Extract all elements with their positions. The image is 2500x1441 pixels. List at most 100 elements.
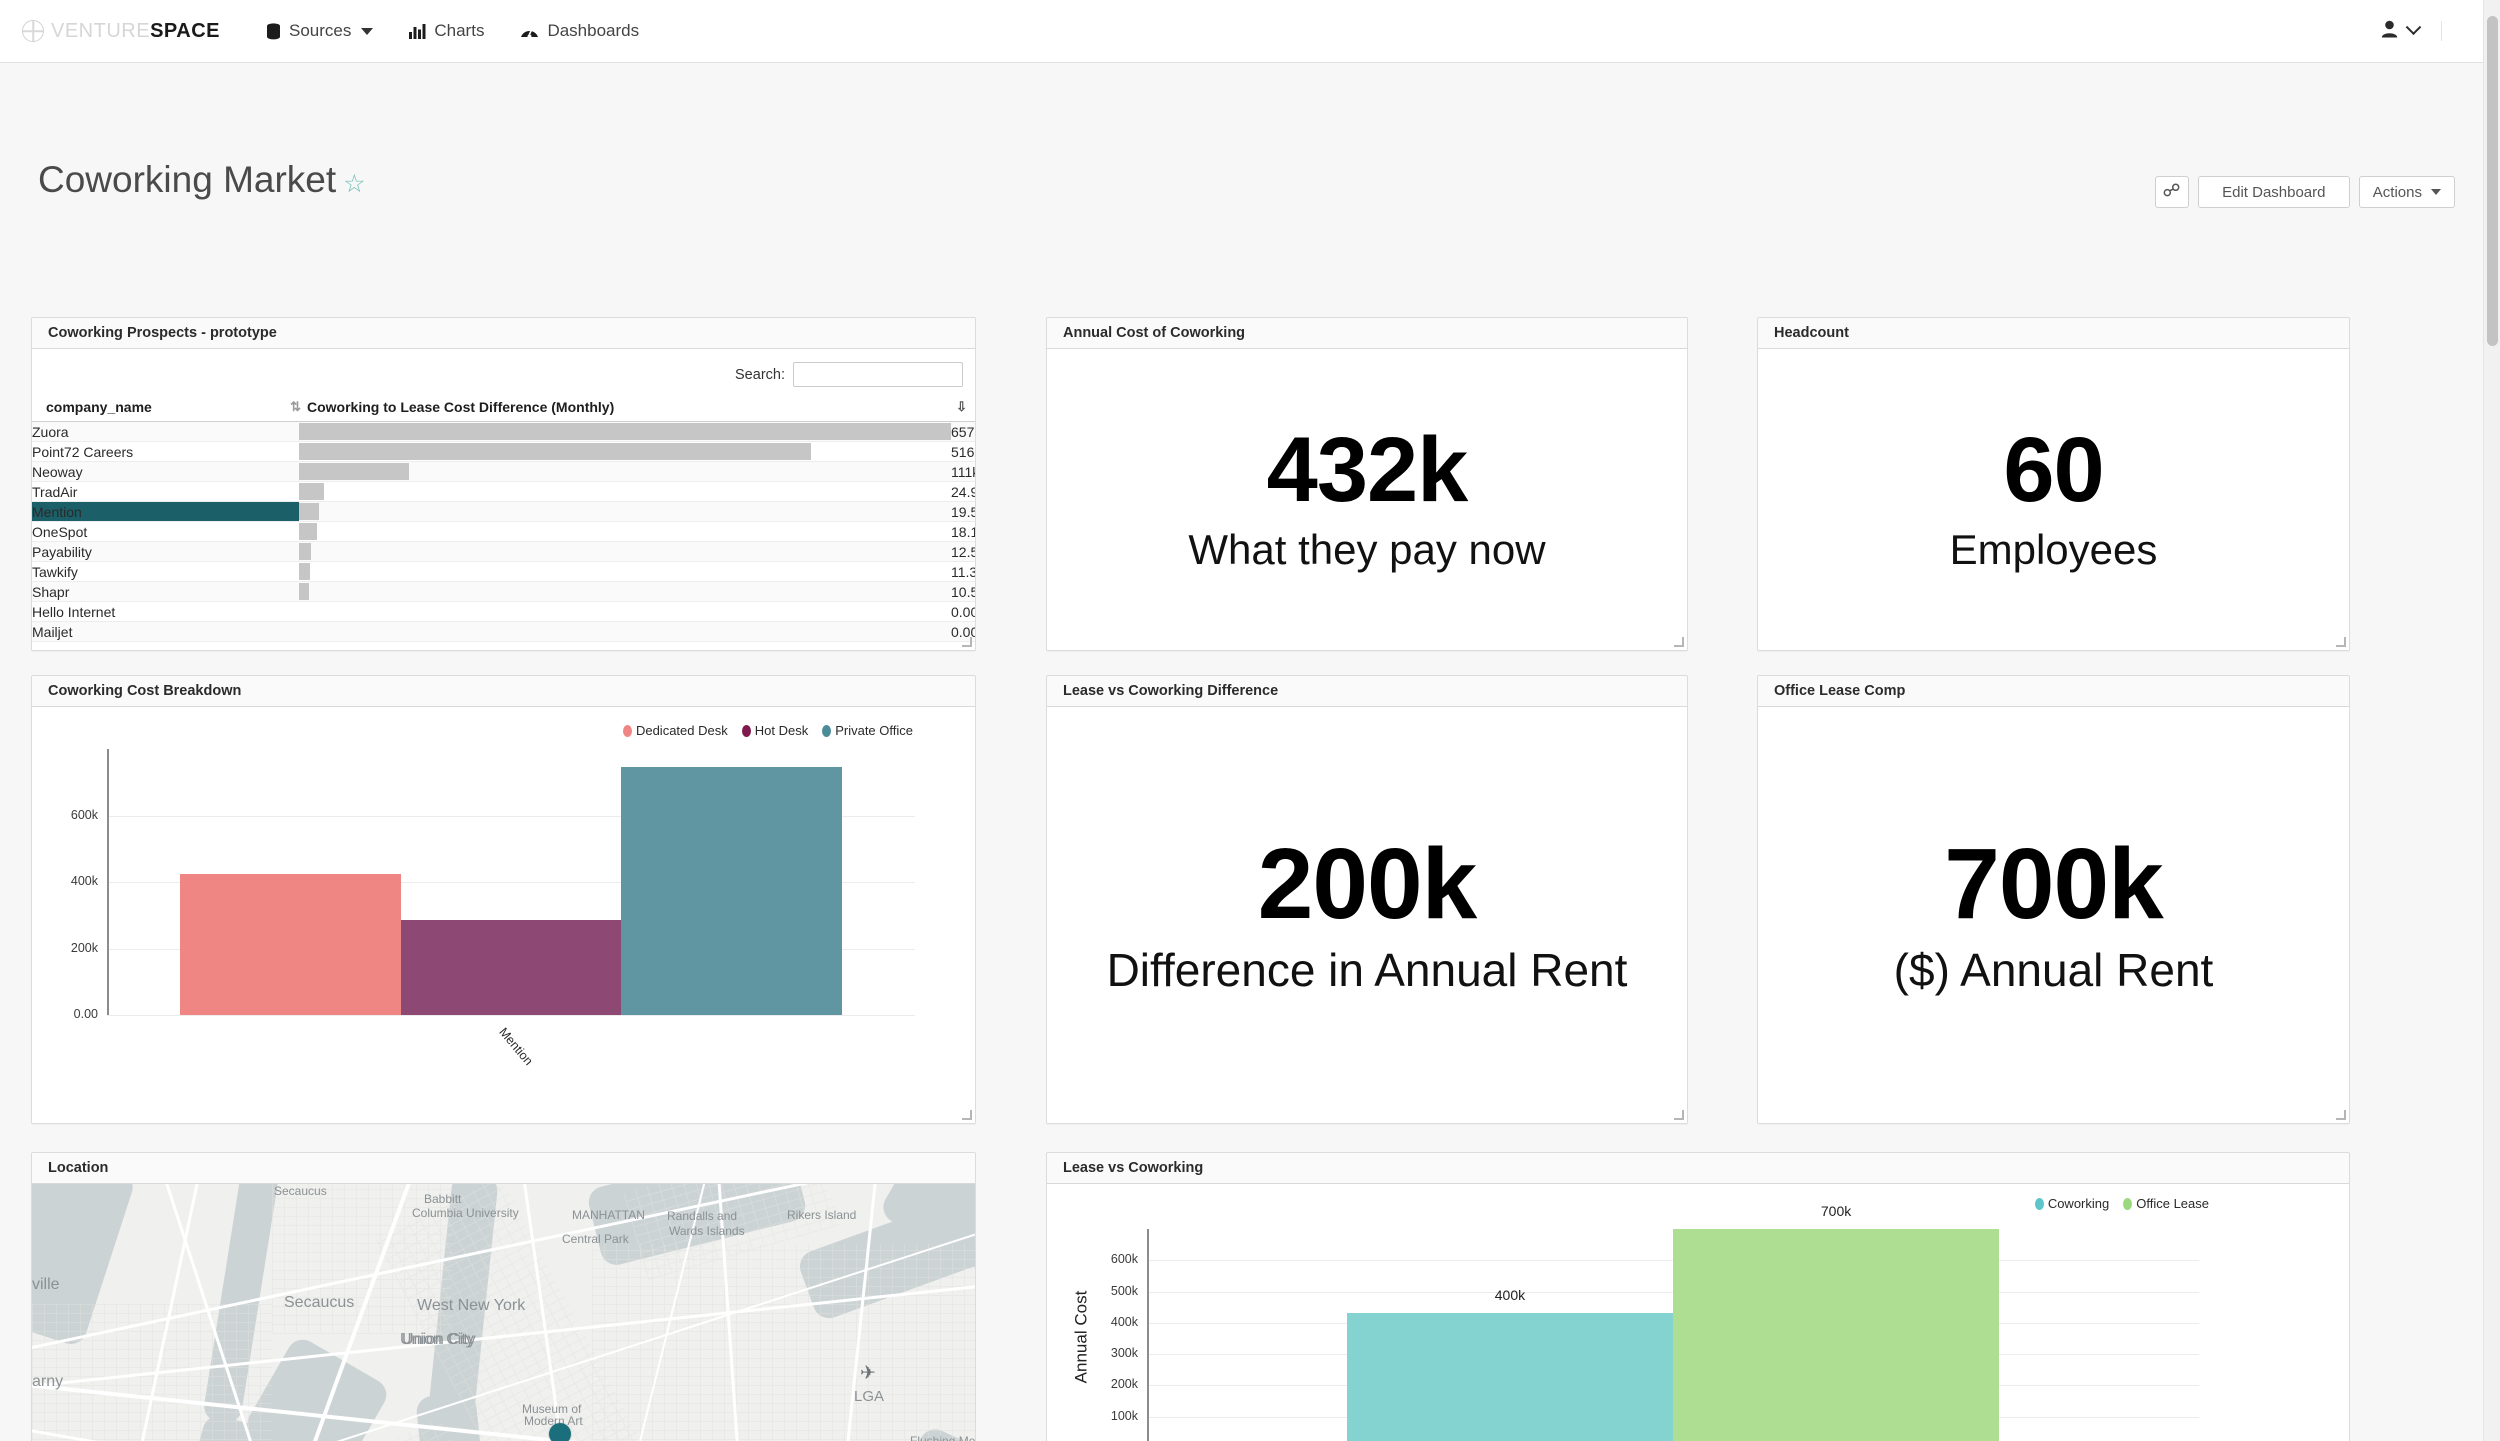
big-number-block: 200k Difference in Annual Rent: [1047, 707, 1687, 1123]
value-bar: [299, 463, 410, 480]
big-number-value: 432k: [1266, 419, 1469, 522]
bar-hot-desk[interactable]: [400, 920, 622, 1015]
cell-company-name[interactable]: Neoway: [32, 461, 299, 482]
table-row[interactable]: TradAir 24.9k: [32, 481, 975, 502]
legend-color-dot: [622, 724, 632, 737]
cost-breakdown-chart: 0.00 200k 400k 600k Dedicated Desk Hot Desk Pr…: [32, 707, 975, 1123]
nav-item-charts[interactable]: Charts: [409, 21, 484, 41]
star-outline-icon[interactable]: ☆: [343, 170, 365, 198]
card-body: Search: company_name ⇅ Coworking to Leas…: [32, 349, 975, 650]
cell-company-name[interactable]: Mention: [32, 501, 299, 522]
legend-label: Dedicated Desk: [635, 723, 728, 738]
table-row[interactable]: Payability 12.5k: [32, 541, 975, 562]
bar-private-office[interactable]: [621, 767, 843, 1015]
map-place-label: Babbitt: [424, 1192, 462, 1206]
card-header: Headcount: [1758, 318, 2349, 349]
table-row[interactable]: Zuora 657k: [32, 421, 975, 442]
table-head: company_name ⇅ Coworking to Lease Cost D…: [32, 395, 975, 422]
legend-item[interactable]: Private Office: [822, 723, 913, 738]
prospects-table: company_name ⇅ Coworking to Lease Cost D…: [32, 395, 975, 642]
cell-company-name[interactable]: TradAir: [32, 481, 299, 502]
value-bar: [299, 543, 312, 560]
legend-item[interactable]: Dedicated Desk: [622, 723, 728, 738]
cell-cost-difference-bar: [299, 501, 951, 522]
search-input[interactable]: [793, 362, 963, 387]
resize-handle[interactable]: [962, 1110, 973, 1121]
nav-item-sources-label: Sources: [289, 21, 352, 40]
table-row[interactable]: Hello Internet 0.00: [32, 601, 975, 622]
scrollbar-thumb[interactable]: [2487, 16, 2498, 346]
chevron-down-icon: [361, 27, 374, 35]
card-header: Office Lease Comp: [1758, 676, 2349, 707]
card-body: 60 Employees: [1758, 349, 2349, 650]
legend-color-dot: [741, 724, 751, 737]
cell-cost-difference-bar: [299, 581, 951, 602]
map-place-label: arny: [32, 1373, 64, 1390]
table-row[interactable]: Mention 19.5k: [32, 501, 975, 522]
legend-item[interactable]: Hot Desk: [741, 723, 808, 738]
card-title: Coworking Cost Breakdown: [48, 683, 242, 699]
cell-company-name[interactable]: Zuora: [32, 421, 299, 442]
card-title: Lease vs Coworking Difference: [1063, 683, 1279, 699]
card-coworking-cost-breakdown: Coworking Cost Breakdown 0.00 200k 400k 600…: [31, 675, 976, 1124]
table-search-row: Search:: [32, 349, 975, 395]
map-view[interactable]: Columbia University Babbitt Secaucus West N…: [32, 1184, 975, 1441]
map-marker[interactable]: [549, 1423, 571, 1441]
app-logo[interactable]: VENTURE SPACE: [22, 20, 220, 43]
card-lease-vs-coworking: Lease vs Coworking 0100k200k300k400k500k…: [1046, 1152, 2350, 1441]
nav-item-sources[interactable]: Sources: [266, 21, 374, 41]
chart-legend: Dedicated Desk Hot Desk Private Office: [622, 723, 913, 738]
resize-handle[interactable]: [1674, 1110, 1685, 1121]
cell-cost-difference-bar: [299, 561, 951, 582]
link-button[interactable]: [2154, 176, 2189, 208]
y-axis-tick-label: 400k: [1110, 1314, 1138, 1329]
table-row[interactable]: OneSpot 18.1k: [32, 521, 975, 542]
sort-toggle-company-name[interactable]: ⇅: [277, 395, 301, 422]
bar-office-lease[interactable]: [1673, 1229, 2000, 1441]
cell-company-name[interactable]: Payability: [32, 541, 299, 562]
edit-dashboard-button[interactable]: Edit Dashboard: [2197, 176, 2350, 208]
table-row[interactable]: Point72 Careers 516k: [32, 441, 975, 462]
user-icon[interactable]: [2381, 20, 2398, 43]
card-body: 0.00 200k 400k 600k Dedicated Desk Hot Desk Pr…: [32, 707, 975, 1123]
card-coworking-prospects: Coworking Prospects - prototype Search: …: [31, 317, 976, 651]
map-place-label: LGA: [854, 1388, 885, 1405]
cell-company-name[interactable]: Shapr: [32, 581, 299, 602]
cell-company-name[interactable]: Hello Internet: [32, 601, 299, 622]
cell-company-name[interactable]: OneSpot: [32, 521, 299, 542]
column-header-cost-difference[interactable]: Coworking to Lease Cost Difference (Mont…: [299, 395, 951, 422]
table-row[interactable]: Neoway 111k: [32, 461, 975, 482]
cell-company-name[interactable]: Point72 Careers: [32, 441, 299, 462]
cell-company-name[interactable]: Tawkify: [32, 561, 299, 582]
chevron-down-icon[interactable]: [2405, 18, 2422, 35]
actions-dropdown-button[interactable]: Actions: [2358, 176, 2455, 208]
y-axis-line: [1147, 1229, 1149, 1441]
bar-dedicated-desk[interactable]: [179, 873, 401, 1015]
cell-company-name[interactable]: Mailjet: [32, 621, 299, 642]
legend-item[interactable]: Coworking: [2034, 1196, 2109, 1211]
map-place-label: Randalls and: [667, 1209, 738, 1223]
y-axis-tick-label: 200k: [70, 940, 98, 955]
page-scrollbar[interactable]: [2483, 0, 2500, 1441]
resize-handle[interactable]: [1674, 637, 1685, 648]
cell-cost-difference-value: 516k: [951, 441, 975, 462]
chevron-down-icon: [2431, 189, 2441, 195]
table-row[interactable]: Tawkify 11.3k: [32, 561, 975, 582]
map-place-label: Central Park: [562, 1232, 629, 1246]
bar-coworking[interactable]: [1346, 1312, 1673, 1441]
table-row[interactable]: Shapr 10.5k: [32, 581, 975, 602]
cell-cost-difference-bar: [299, 441, 951, 462]
resize-handle[interactable]: [2336, 637, 2347, 648]
resize-handle[interactable]: [2336, 1110, 2347, 1121]
nav-item-dashboards[interactable]: Dashboards: [520, 21, 639, 41]
table-row[interactable]: Mailjet 0.00: [32, 621, 975, 642]
column-header-company-name[interactable]: company_name: [32, 395, 277, 422]
resize-handle[interactable]: [962, 637, 973, 648]
cell-cost-difference-bar: [299, 521, 951, 542]
sort-toggle-cost-difference[interactable]: ⇩: [951, 395, 975, 422]
legend-item[interactable]: Office Lease: [2123, 1196, 2209, 1211]
map-place-label: West New York: [417, 1297, 526, 1314]
speedometer-icon: [520, 23, 539, 39]
map-place-label: ville: [32, 1276, 60, 1293]
cell-cost-difference-bar: [299, 461, 951, 482]
